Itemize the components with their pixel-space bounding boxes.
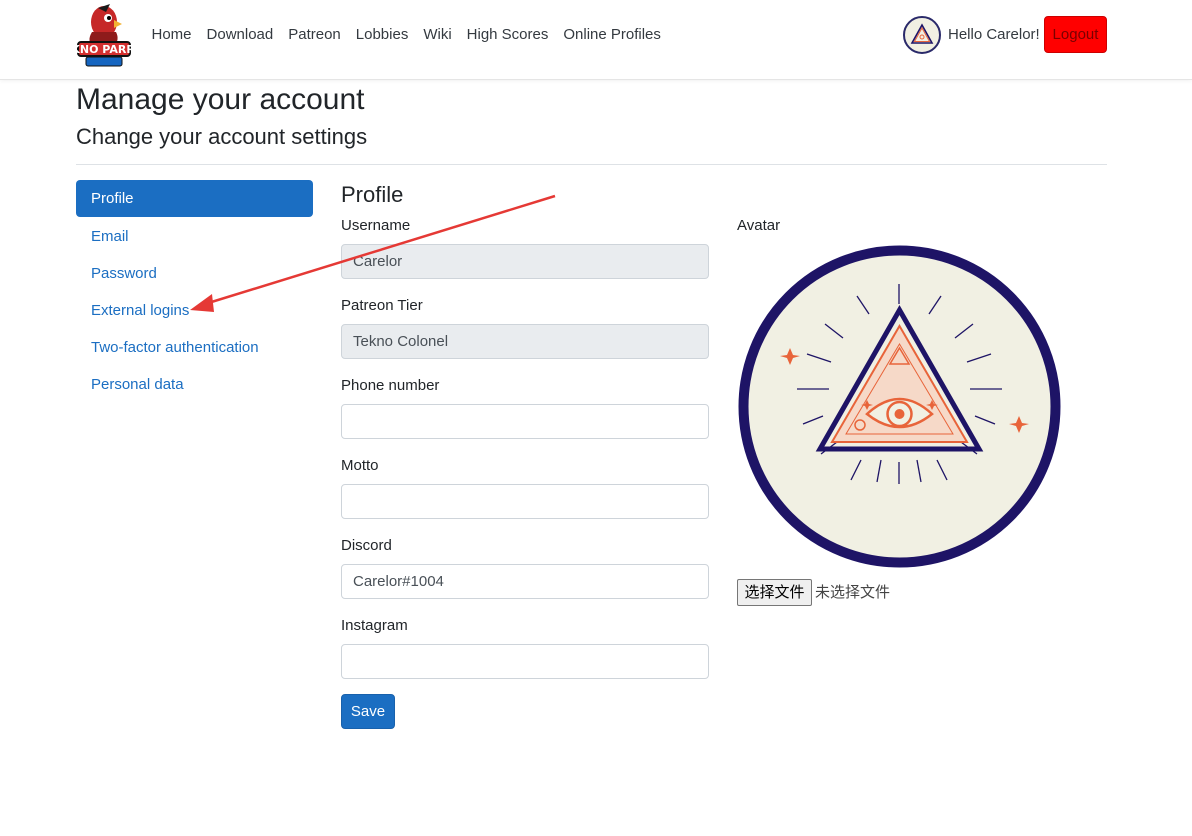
teknoparrot-logo[interactable]: TEKNO PARROT xyxy=(56,2,152,68)
user-greeting[interactable]: Hello Carelor! xyxy=(948,24,1040,46)
nav-lobbies-link[interactable]: Lobbies xyxy=(348,24,416,46)
sidebar-item-email[interactable]: Email xyxy=(76,218,313,255)
file-status-text: 未选择文件 xyxy=(815,584,891,601)
profile-section-title: Profile xyxy=(341,182,404,207)
patreon-tier-field[interactable]: Tekno Colonel xyxy=(341,324,709,359)
nav-patreon-link[interactable]: Patreon xyxy=(281,24,349,46)
sidebar-item-external-logins[interactable]: External logins xyxy=(76,292,313,329)
nav-download-link[interactable]: Download xyxy=(199,24,281,46)
page-subtitle: Change your account settings xyxy=(76,124,368,149)
patreon-tier-label: Patreon Tier xyxy=(341,297,423,314)
discord-label: Discord xyxy=(341,537,392,554)
username-label: Username xyxy=(341,217,411,234)
phone-number-field[interactable] xyxy=(341,404,709,439)
nav-home-link[interactable]: Home xyxy=(144,24,199,46)
choose-file-button[interactable]: 选择文件 xyxy=(737,579,812,606)
all-seeing-eye-triangle-icon xyxy=(737,244,1062,569)
sidebar-item-personal-data[interactable]: Personal data xyxy=(76,366,313,403)
instagram-label: Instagram xyxy=(341,617,408,634)
user-avatar[interactable] xyxy=(903,16,941,54)
motto-field[interactable] xyxy=(341,484,709,519)
logo-tekno-text: TEKNO PARROT xyxy=(76,43,132,56)
instagram-field[interactable] xyxy=(341,644,709,679)
save-button[interactable]: Save xyxy=(341,694,395,729)
avatar-label: Avatar xyxy=(737,217,781,234)
logout-button[interactable]: Logout xyxy=(1044,16,1107,53)
motto-label: Motto xyxy=(341,457,379,474)
discord-field[interactable]: Carelor#1004 xyxy=(341,564,709,599)
main-nav-links: Home Download Patreon Lobbies Wiki High … xyxy=(144,24,668,46)
nav-high-scores-link[interactable]: High Scores xyxy=(459,24,556,46)
top-navbar: TEKNO PARROT Home Download Patreon Lobbi… xyxy=(0,0,1192,80)
sidebar-item-two-factor-authentication[interactable]: Two-factor authentication xyxy=(76,329,313,366)
sidebar-item-password[interactable]: Password xyxy=(76,255,313,292)
sidebar-item-profile[interactable]: Profile xyxy=(76,180,313,217)
username-field[interactable]: Carelor xyxy=(341,244,709,279)
nav-wiki-link[interactable]: Wiki xyxy=(416,24,459,46)
nav-online-profiles-link[interactable]: Online Profiles xyxy=(556,24,669,46)
divider xyxy=(76,164,1107,165)
page-title: Manage your account xyxy=(76,83,365,116)
phone-number-label: Phone number xyxy=(341,377,440,394)
